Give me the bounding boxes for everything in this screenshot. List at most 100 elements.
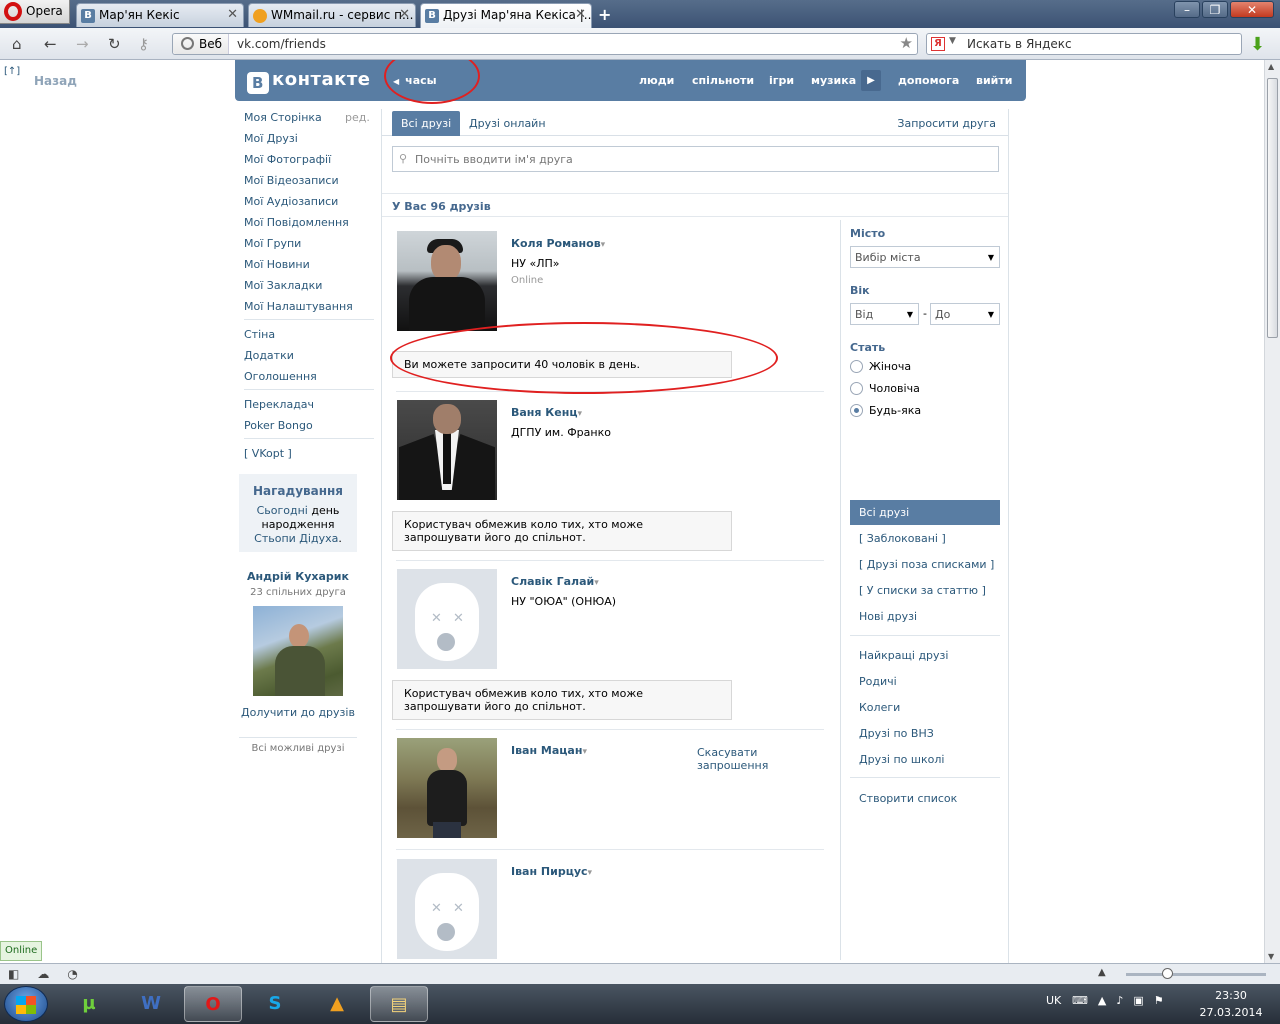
utorrent-icon[interactable]: µ — [60, 986, 118, 1022]
nav-help[interactable]: допомога — [898, 74, 959, 87]
list-university-friends[interactable]: Друзі по ВНЗ — [859, 727, 934, 740]
menu-my-audio[interactable]: Мої Аудіозаписи — [244, 195, 338, 208]
yandex-search-field[interactable]: Я ▼ Искать в Яндекс — [926, 33, 1242, 55]
menu-apps[interactable]: Додатки — [244, 349, 294, 362]
vk-logo[interactable]: Вконтакте — [247, 69, 370, 94]
zoom-slider-knob[interactable] — [1162, 968, 1173, 979]
dropdown-arrow-icon[interactable]: ▾ — [578, 409, 583, 419]
nav-games[interactable]: ігри — [769, 74, 794, 87]
action-center-icon[interactable]: ⚑ — [1154, 994, 1174, 1007]
friend-search-input[interactable]: ⚲ Почніть вводити ім'я друга — [392, 146, 999, 172]
dropdown-arrow-icon[interactable]: ▾ — [582, 747, 587, 757]
word-icon[interactable]: W — [122, 986, 180, 1022]
friend-name[interactable]: Коля Романов▾ — [511, 237, 605, 250]
chevron-down-icon[interactable]: ▼ — [949, 36, 956, 46]
nav-communities[interactable]: спільноти — [692, 74, 754, 87]
friend-avatar[interactable] — [397, 738, 497, 838]
nav-more-arrow-icon[interactable]: ▶ — [861, 70, 881, 91]
menu-my-page[interactable]: Моя Сторінка — [244, 111, 322, 124]
reminder-person-link[interactable]: Стьопи Дідуха — [254, 532, 338, 545]
tab-wmmail[interactable]: WMmail.ru - сервис п... ✕ — [248, 3, 416, 27]
panel-toggle-icon[interactable]: ◧ — [8, 967, 37, 981]
menu-my-news[interactable]: Мої Новини — [244, 258, 310, 271]
list-all-friends[interactable]: Всі друзі — [850, 500, 1000, 525]
add-friend-link[interactable]: Долучити до друзів — [239, 706, 357, 719]
menu-ads[interactable]: Оголошення — [244, 370, 317, 383]
menu-my-friends[interactable]: Мої Друзі — [244, 132, 298, 145]
scroll-up-icon[interactable]: ▲ — [1268, 62, 1274, 71]
list-best-friends[interactable]: Найкращі друзі — [859, 649, 948, 662]
close-tab-icon[interactable]: ✕ — [227, 7, 238, 22]
dropdown-arrow-icon[interactable]: ▾ — [601, 240, 606, 250]
network-icon[interactable]: ▣ — [1133, 994, 1153, 1007]
menu-poker-bongo[interactable]: Poker Bongo — [244, 419, 313, 432]
reminder-today-link[interactable]: Сьогодні — [257, 504, 308, 517]
zoom-slider[interactable] — [1126, 968, 1266, 979]
menu-my-settings[interactable]: Мої Налаштування — [244, 300, 353, 313]
language-indicator[interactable]: UK — [1046, 994, 1061, 1007]
friend-avatar[interactable] — [397, 231, 497, 331]
start-button[interactable] — [4, 986, 48, 1022]
menu-my-messages[interactable]: Мої Повідомлення — [244, 216, 349, 229]
key-icon[interactable]: ⚷ — [138, 35, 149, 53]
explorer-icon[interactable]: ▤ — [370, 986, 428, 1022]
maximize-icon[interactable]: ❐ — [1202, 1, 1228, 18]
cancel-invitation-link[interactable]: Скасувати запрошення — [697, 746, 826, 772]
tray-date[interactable]: 27.03.2014 — [1196, 1006, 1266, 1019]
tab-friends-online[interactable]: Друзі онлайн — [469, 117, 546, 130]
volume-icon[interactable]: ♪ — [1116, 994, 1133, 1007]
opera-taskbar-icon[interactable]: O — [184, 986, 242, 1022]
dropdown-arrow-icon[interactable]: ▾ — [588, 868, 593, 878]
list-outside-lists[interactable]: [ Друзі поза списками ] — [859, 558, 994, 571]
home-icon[interactable]: ⌂ — [12, 35, 22, 53]
aimp-icon[interactable]: ▲ — [308, 986, 366, 1022]
list-by-sex[interactable]: [ У списки за статтю ] — [859, 584, 986, 597]
menu-vkopt[interactable]: [ VKopt ] — [244, 447, 292, 460]
caret-up-icon[interactable]: ▲ — [1098, 967, 1106, 978]
address-field[interactable]: Веб vk.com/friends ★ — [172, 33, 918, 55]
web-badge[interactable]: Веб — [173, 34, 229, 54]
menu-my-videos[interactable]: Мої Відеозаписи — [244, 174, 339, 187]
close-tab-icon[interactable]: ✕ — [575, 7, 586, 22]
skype-icon[interactable]: S — [246, 986, 304, 1022]
friend-name[interactable]: Ваня Кенц▾ — [511, 406, 582, 419]
menu-translator[interactable]: Перекладач — [244, 398, 314, 411]
create-list-link[interactable]: Створити список — [859, 792, 957, 805]
tray-time[interactable]: 23:30 — [1196, 989, 1266, 1002]
suggestion-avatar[interactable] — [253, 606, 343, 696]
download-icon[interactable]: ⬇ — [1250, 34, 1265, 55]
dropdown-arrow-icon[interactable]: ▾ — [594, 578, 599, 588]
sex-radio-male[interactable]: Чоловіча — [850, 382, 920, 395]
opera-menu-button[interactable]: Opera — [0, 0, 70, 24]
sex-radio-female[interactable]: Жіноча — [850, 360, 911, 373]
tab-friends-active[interactable]: В Друзі Мар'яна Кекіса |... ✕ — [420, 3, 592, 28]
cloud-icon[interactable]: ☁ — [37, 967, 67, 981]
invite-friend-link[interactable]: Запросити друга — [897, 117, 996, 130]
tray-arrow-icon[interactable]: ▲ — [1098, 994, 1116, 1007]
suggestion-name[interactable]: Андрій Кухарик — [239, 570, 357, 583]
menu-wall[interactable]: Стіна — [244, 328, 275, 341]
list-new-friends[interactable]: Нові друзі — [859, 610, 917, 623]
sex-radio-any[interactable]: Будь-яка — [850, 404, 921, 417]
tab-all-friends[interactable]: Всі друзі — [392, 111, 461, 136]
keyboard-icon[interactable]: ⌨ — [1072, 994, 1098, 1007]
nav-people[interactable]: люди — [639, 74, 674, 87]
vertical-scrollbar[interactable]: ▲ ▼ — [1264, 60, 1280, 963]
back-arrow-icon[interactable]: ← — [44, 35, 57, 53]
close-window-icon[interactable]: ✕ — [1230, 1, 1274, 18]
friend-name[interactable]: Іван Пирцус▾ — [511, 865, 592, 878]
friend-name[interactable]: Іван Мацан▾ — [511, 744, 587, 757]
reload-icon[interactable]: ↻ — [108, 35, 121, 53]
deactivated-avatar[interactable]: ✕ ✕ — [397, 569, 497, 669]
edit-link[interactable]: ред. — [345, 111, 370, 124]
list-blocked[interactable]: [ Заблоковані ] — [859, 532, 946, 545]
all-suggestions-link[interactable]: Всі можливі друзі — [239, 737, 357, 754]
friend-avatar[interactable] — [397, 400, 497, 500]
new-tab-icon[interactable]: + — [598, 5, 611, 24]
nav-music[interactable]: музика — [811, 74, 856, 87]
forward-arrow-icon[interactable]: → — [76, 35, 89, 53]
minimize-icon[interactable]: – — [1174, 1, 1200, 18]
close-tab-icon[interactable]: ✕ — [399, 7, 410, 22]
menu-my-photos[interactable]: Мої Фотографії — [244, 153, 331, 166]
speed-dial-icon[interactable]: ◔ — [67, 967, 95, 981]
